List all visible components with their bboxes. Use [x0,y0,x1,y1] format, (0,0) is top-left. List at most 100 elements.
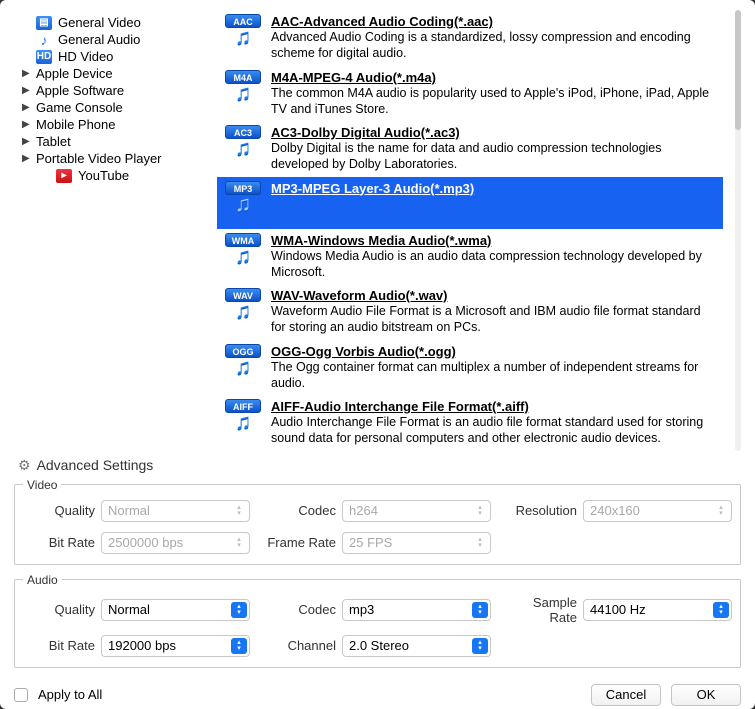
chevron-updown-icon: ▴▾ [231,638,247,654]
music-notes-icon: ♫ [235,247,252,265]
format-row[interactable]: OGG♫ OGG-Ogg Vorbis Audio(*.ogg)The Ogg c… [217,340,723,396]
format-title: WAV-Waveform Audio(*.wav) [271,288,717,303]
cancel-button[interactable]: Cancel [591,684,661,706]
chevron-updown-icon: ▴▾ [472,535,488,551]
video-quality-select[interactable]: Normal ▴▾ [101,500,250,522]
advanced-settings-label: Advanced Settings [37,457,154,473]
audio-quality-label: Quality [23,602,95,617]
scrollbar-thumb[interactable] [735,10,741,130]
chevron-updown-icon: ▴▾ [231,535,247,551]
audio-legend: Audio [23,573,62,587]
gear-icon: ⚙ [18,457,31,474]
disclosure-triangle-icon: ▶ [22,85,30,96]
audio-group: Audio Quality Normal ▴▾ Codec mp3 ▴▾ Sam… [14,573,741,668]
format-description: The common M4A audio is popularity used … [271,85,717,118]
sidebar-item-label: HD Video [58,49,113,64]
chevron-updown-icon: ▴▾ [472,638,488,654]
audio-channel-select[interactable]: 2.0 Stereo ▴▾ [342,635,491,657]
audio-codec-label: Codec [264,602,336,617]
video-group: Video Quality Normal ▴▾ Codec h264 ▴▾ Re… [14,478,741,565]
format-title: WMA-Windows Media Audio(*.wma) [271,233,717,248]
music-notes-icon: ♫ [235,413,252,431]
format-list[interactable]: AAC♫AAC-Advanced Audio Coding(*.aac)Adva… [217,10,727,451]
format-row[interactable]: AAC♫AAC-Advanced Audio Coding(*.aac)Adva… [217,10,723,66]
format-title: OGG-Ogg Vorbis Audio(*.ogg) [271,344,717,359]
sidebar-item-label: General Audio [58,32,140,47]
music-notes-icon: ♫ [235,302,252,320]
format-description: Dolby Digital is the name for data and a… [271,140,717,173]
chevron-updown-icon: ▴▾ [472,602,488,618]
dialog-footer: Apply to All Cancel OK [14,676,741,706]
sidebar-item-label: Apple Device [36,66,113,81]
video-framerate-label: Frame Rate [264,535,336,550]
sidebar-item-label: Tablet [36,134,71,149]
format-title: AIFF-Audio Interchange File Format(*.aif… [271,399,717,414]
format-title: M4A-MPEG-4 Audio(*.m4a) [271,70,717,85]
video-resolution-select[interactable]: 240x160 ▴▾ [583,500,732,522]
youtube-icon: ▸ [56,169,72,183]
sidebar-item[interactable]: ▶Game Console [14,99,209,116]
audio-samplerate-select[interactable]: 44100 Hz ▴▾ [583,599,732,621]
format-row[interactable]: AC3♫AC3-Dolby Digital Audio(*.ac3)Dolby … [217,121,723,177]
video-bitrate-select[interactable]: 2500000 bps ▴▾ [101,532,250,554]
chevron-updown-icon: ▴▾ [713,503,729,519]
sidebar-item[interactable]: ▶ Apple Device [14,65,209,82]
disclosure-triangle-icon: ▶ [22,136,30,147]
audio-quality-select[interactable]: Normal ▴▾ [101,599,250,621]
format-badge-icon: AIFF♫ [223,399,263,447]
sidebar-item-label: Mobile Phone [36,117,116,132]
sidebar-item[interactable]: ▶Portable Video Player [14,150,209,167]
video-quality-label: Quality [23,503,95,518]
scrollbar[interactable] [735,10,741,451]
music-notes-icon: ♫ [235,139,252,157]
format-row[interactable]: WMA♫WMA-Windows Media Audio(*.wma)Window… [217,229,723,285]
format-row[interactable]: WAV♫WAV-Waveform Audio(*.wav)Waveform Au… [217,284,723,340]
format-badge-icon: MP3♫ [223,181,263,225]
upper-pane: ▤ General Video ♪ General Audio HD HD Video ▶ A… [14,10,741,451]
apply-to-all-label: Apply to All [38,687,102,702]
chevron-updown-icon: ▴▾ [231,602,247,618]
video-bitrate-label: Bit Rate [23,535,95,550]
music-notes-icon: ♫ [235,28,252,46]
sidebar-item[interactable]: HD HD Video [14,48,209,65]
ok-button[interactable]: OK [671,684,741,706]
film-icon: ▤ [36,16,52,30]
format-title: AC3-Dolby Digital Audio(*.ac3) [271,125,717,140]
hd-icon: HD [36,50,52,64]
sidebar-item[interactable]: ▶ Tablet [14,133,209,150]
disclosure-triangle-icon: ▶ [22,153,30,164]
format-title: MP3-MPEG Layer-3 Audio(*.mp3) [271,181,717,196]
sidebar-item[interactable]: ▶Mobile Phone [14,116,209,133]
audio-bitrate-select[interactable]: 192000 bps ▴▾ [101,635,250,657]
video-codec-label: Codec [264,503,336,518]
format-description: The Ogg container format can multiplex a… [271,359,717,392]
apply-to-all-checkbox[interactable] [14,688,28,702]
audio-channel-label: Channel [264,638,336,653]
format-badge-icon: M4A♫ [223,70,263,118]
disclosure-triangle-icon: ▶ [22,68,30,79]
sidebar-item[interactable]: ♪ General Audio [14,31,209,48]
music-note-icon: ♪ [36,33,52,47]
chevron-updown-icon: ▴▾ [231,503,247,519]
sidebar-item-label: General Video [58,15,141,30]
format-title: AAC-Advanced Audio Coding(*.aac) [271,14,717,29]
sidebar-item[interactable]: ▤ General Video [14,14,209,31]
format-description: Waveform Audio File Format is a Microsof… [271,303,717,336]
audio-codec-select[interactable]: mp3 ▴▾ [342,599,491,621]
format-row[interactable]: MP3♫ MP3-MPEG Layer-3 Audio(*.mp3) [217,177,723,229]
format-row[interactable]: M4A♫ M4A-MPEG-4 Audio(*.m4a)The common M4… [217,66,723,122]
format-row[interactable]: AIFF♫ AIFF-Audio Interchange File Format(… [217,395,723,451]
chevron-updown-icon: ▴▾ [713,602,729,618]
chevron-updown-icon: ▴▾ [472,503,488,519]
audio-bitrate-label: Bit Rate [23,638,95,653]
sidebar-item[interactable]: ▶ Apple Software [14,82,209,99]
audio-samplerate-label: Sample Rate [505,595,577,625]
format-badge-icon: OGG♫ [223,344,263,392]
video-framerate-select[interactable]: 25 FPS ▴▾ [342,532,491,554]
format-description: Windows Media Audio is an audio data com… [271,248,717,281]
video-legend: Video [23,478,61,492]
video-codec-select[interactable]: h264 ▴▾ [342,500,491,522]
sidebar-item-label: Apple Software [36,83,124,98]
format-description: Audio Interchange File Format is an audi… [271,414,717,447]
sidebar-item[interactable]: ▸YouTube [14,167,209,184]
